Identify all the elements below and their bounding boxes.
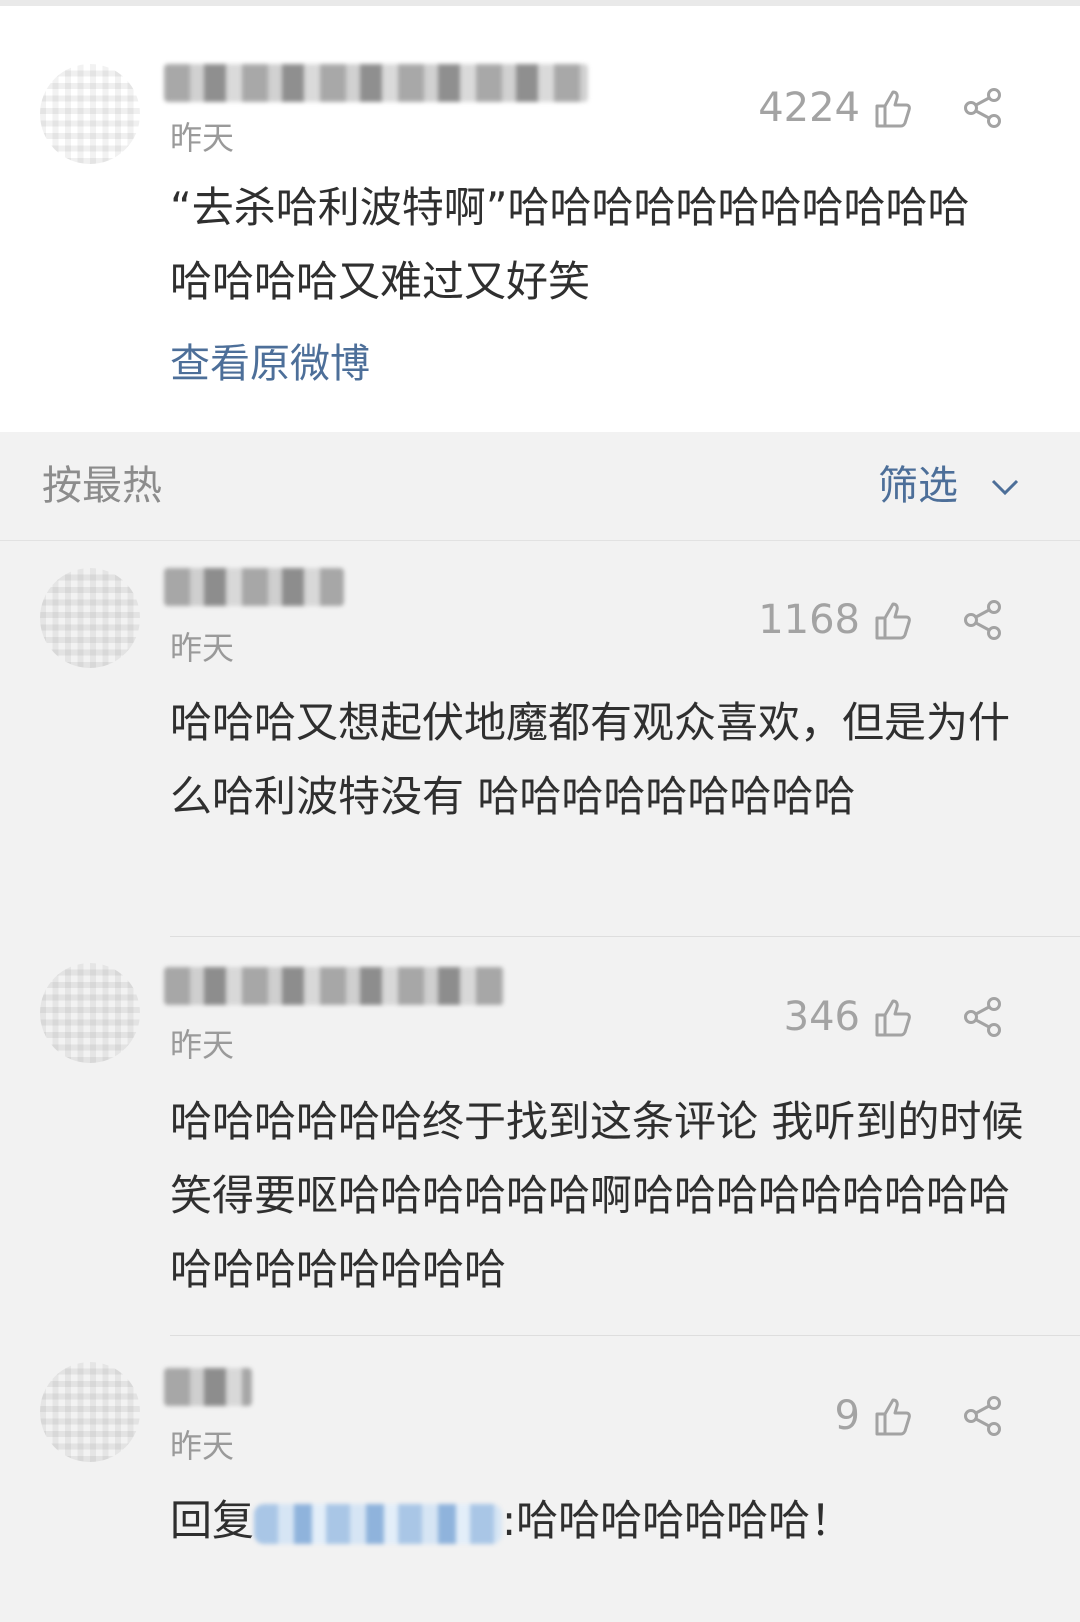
comment-text: 哈哈哈哈哈哈终于找到这条评论 我听到的时候笑得要呕哈哈哈哈哈哈啊哈哈哈哈哈哈哈哈… xyxy=(170,1097,1024,1294)
share-icon[interactable] xyxy=(961,1394,1005,1438)
like-count: 4224 xyxy=(758,85,860,131)
comment-time: 昨天 xyxy=(170,119,235,157)
chevron-down-icon[interactable] xyxy=(990,478,1020,496)
comment-text: “去杀哈利波特啊”哈哈哈哈哈哈哈哈哈哈哈哈哈哈哈又难过又好笑 xyxy=(170,183,970,306)
comment-text-container: 回复 :哈哈哈哈哈哈哈！ xyxy=(170,1484,1030,1558)
comment-item: 昨天 9 回复 :哈哈哈哈哈哈哈！ xyxy=(0,1336,1080,1622)
avatar[interactable] xyxy=(40,568,140,668)
username-blurred[interactable] xyxy=(164,1368,252,1406)
comment-time: 昨天 xyxy=(170,1427,235,1465)
like-count: 1168 xyxy=(758,597,860,643)
comment-item: 昨天 346 哈哈哈哈哈哈终于找到这条评论 我听到的时候笑得要呕哈哈哈哈哈哈啊哈… xyxy=(0,937,1080,1335)
filter-button[interactable]: 筛选 xyxy=(878,460,958,512)
avatar[interactable] xyxy=(40,1362,140,1462)
comment-time: 昨天 xyxy=(170,629,235,667)
sort-bar: 按最热 筛选 xyxy=(0,432,1080,541)
thumbs-up-icon[interactable] xyxy=(871,1394,915,1438)
avatar[interactable] xyxy=(40,963,140,1063)
comment-text: 哈哈哈又想起伏地魔都有观众喜欢，但是为什么哈利波特没有 哈哈哈哈哈哈哈哈哈 xyxy=(170,698,1011,821)
reply-prefix: 回复 xyxy=(170,1496,255,1545)
top-comment-card: 昨天 4224 “去杀哈利波特啊”哈哈哈哈哈哈哈哈哈哈哈哈哈哈哈又难过又好笑 查… xyxy=(0,0,1080,432)
comment-item: 昨天 1168 哈哈哈又想起伏地魔都有观众喜欢，但是为什么哈利波特没有 哈哈哈哈… xyxy=(0,540,1080,935)
avatar[interactable] xyxy=(40,64,140,164)
comment-text: :哈哈哈哈哈哈哈！ xyxy=(502,1496,853,1545)
username-blurred[interactable] xyxy=(164,568,344,606)
thumbs-up-icon[interactable] xyxy=(871,86,915,130)
share-icon[interactable] xyxy=(961,598,1005,642)
mention-link-blurred[interactable] xyxy=(254,1503,503,1544)
share-icon[interactable] xyxy=(961,995,1005,1039)
thumbs-up-icon[interactable] xyxy=(871,598,915,642)
username-blurred[interactable] xyxy=(164,967,504,1005)
username-blurred[interactable] xyxy=(164,64,588,102)
share-icon[interactable] xyxy=(961,86,1005,130)
thumbs-up-icon[interactable] xyxy=(871,995,915,1039)
view-original-link[interactable]: 查看原微博 xyxy=(170,336,370,392)
like-count: 9 xyxy=(834,1393,860,1439)
like-count: 346 xyxy=(783,994,860,1040)
sort-by-hot-button[interactable]: 按最热 xyxy=(42,460,162,512)
comment-time: 昨天 xyxy=(170,1026,235,1064)
